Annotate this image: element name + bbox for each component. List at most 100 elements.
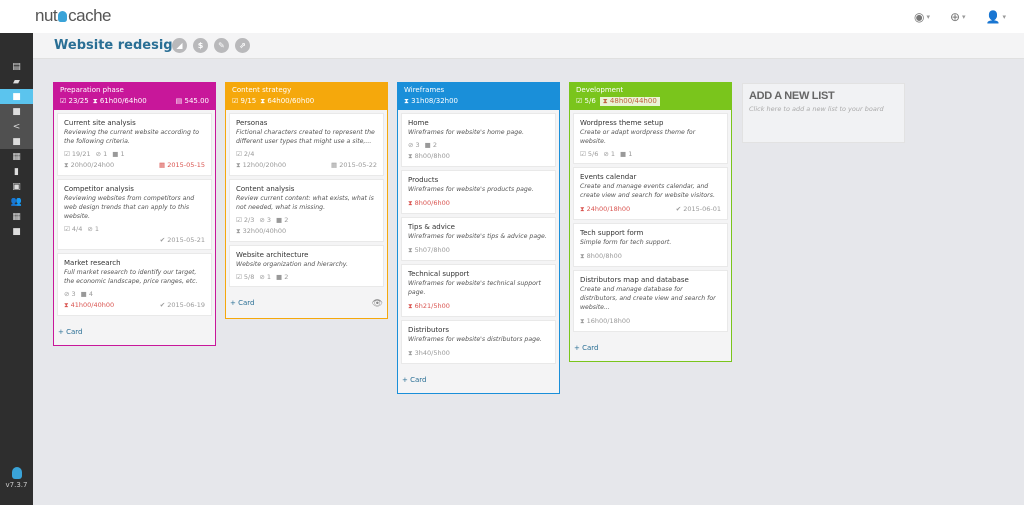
- card[interactable]: Technical support Wireframes for website'…: [401, 264, 556, 317]
- card[interactable]: Distributors map and database Create and …: [573, 270, 728, 332]
- list-stats: ☑ 9/15 ⧗ 64h00/60h00: [232, 97, 381, 106]
- sidebar-item-dashboard[interactable]: ▤: [0, 59, 33, 74]
- card[interactable]: Competitor analysis Reviewing websites fr…: [57, 179, 212, 250]
- card[interactable]: Content analysis Review current content: …: [229, 179, 384, 242]
- support-icon: ⊕: [949, 10, 961, 24]
- add-card-button[interactable]: + Card: [574, 344, 598, 352]
- card-meta-item: ⊘ 1: [603, 150, 616, 158]
- page-title: Website redesign: [54, 38, 182, 53]
- card-time: ⧗ 24h00/18h00: [580, 205, 631, 213]
- card-meta-item: ☑ 19/21: [64, 150, 91, 158]
- list-header[interactable]: Development ☑ 5/6 ⧗ 48h00/44h00: [570, 83, 731, 110]
- card-footer: ⧗ 8h00/8h00: [580, 252, 721, 261]
- card-footer: ⧗ 8h00/8h00: [408, 152, 549, 161]
- add-card-button[interactable]: + Card: [402, 376, 426, 384]
- edit-icon[interactable]: ✎: [214, 38, 229, 53]
- card[interactable]: Market research Full market research to i…: [57, 253, 212, 316]
- list-budget: ▤ 545.00: [175, 97, 209, 105]
- nutcache-logo[interactable]: nut cache: [35, 6, 112, 26]
- card-title: Competitor analysis: [64, 185, 134, 193]
- chart-icon[interactable]: ◢: [172, 38, 187, 53]
- sidebar-item-sub-item-2[interactable]: ■: [0, 134, 33, 149]
- card[interactable]: Events calendar Create and manage events …: [573, 167, 728, 220]
- card[interactable]: Tips & advice Wireframes for website's ti…: [401, 217, 556, 261]
- card-description: Simple form for tech support.: [580, 239, 672, 246]
- card-meta-item: ⊘ 1: [87, 225, 100, 233]
- share-icon[interactable]: ⇗: [235, 38, 250, 53]
- card[interactable]: Distributors Wireframes for website's dis…: [401, 320, 556, 364]
- sidebar-item-calculator[interactable]: ▣: [0, 179, 33, 194]
- sidebar-item-board[interactable]: ■: [0, 89, 33, 104]
- sidebar-item-grid[interactable]: ▦: [0, 209, 33, 224]
- list-tasks: ☑ 9/15: [232, 97, 257, 105]
- sidebar-item-documents[interactable]: ▮: [0, 164, 33, 179]
- sidebar-item-share[interactable]: <: [0, 119, 33, 134]
- card-title: Events calendar: [580, 173, 637, 181]
- card[interactable]: Wordpress theme setup Create or adapt wor…: [573, 113, 728, 164]
- sidebar-item-projects[interactable]: ▰: [0, 74, 33, 89]
- card-description: Website organization and hierarchy.: [236, 261, 348, 268]
- card-footer: ⧗ 12h00/20h00 ▦ 2015-05-22: [236, 161, 377, 170]
- card[interactable]: Tech support form Simple form for tech su…: [573, 223, 728, 267]
- grid-icon: ▦: [12, 211, 21, 222]
- support-menu[interactable]: ⊕ ▾: [950, 10, 966, 24]
- notes-icon: ■: [12, 226, 21, 237]
- list-column: Development ☑ 5/6 ⧗ 48h00/44h00 Wordpress t…: [569, 82, 732, 362]
- list-tasks: ☑ 5/6: [576, 97, 596, 105]
- list-header[interactable]: Content strategy ☑ 9/15 ⧗ 64h00/60h00: [226, 83, 387, 110]
- card-meta-item: ☑ 4/4: [64, 225, 83, 233]
- mascot-icon: [11, 467, 22, 479]
- dollar-icon[interactable]: $: [193, 38, 208, 53]
- card-meta: ⊘ 3 ■ 4: [64, 290, 205, 298]
- list-title: Development: [576, 86, 624, 94]
- card-meta-item: ■ 2: [276, 216, 289, 224]
- card-due-date: ✔ 2015-06-19: [159, 301, 205, 309]
- list-stats: ⧗ 31h08/32h00: [404, 97, 553, 106]
- card-meta-item: ☑ 2/3: [236, 216, 255, 224]
- watch-icon[interactable]: 👁: [372, 299, 383, 309]
- card-meta-item: ⊘ 3: [259, 216, 272, 224]
- add-card-button[interactable]: + Card: [230, 299, 254, 309]
- card-footer: ⧗ 41h00/40h00 ✔ 2015-06-19: [64, 301, 205, 310]
- card[interactable]: Home Wireframes for website's home page. ⊘…: [401, 113, 556, 167]
- card[interactable]: Website architecture Website organization…: [229, 245, 384, 287]
- share-icon: <: [12, 121, 21, 132]
- add-card-row: + Card: [570, 335, 731, 361]
- card-list: Home Wireframes for website's home page. ⊘…: [398, 110, 559, 364]
- card-footer: ⧗ 16h00/18h00: [580, 317, 721, 326]
- sidebar-item-users[interactable]: 👥: [0, 194, 33, 209]
- list-tasks: ☑ 23/25: [60, 97, 89, 105]
- list-column: Wireframes ⧗ 31h08/32h00 Home Wireframes fo…: [397, 82, 560, 394]
- card-title: Market research: [64, 259, 121, 267]
- add-card-button[interactable]: + Card: [58, 328, 82, 336]
- card-description: Wireframes for website's distributors pa…: [408, 336, 542, 343]
- sidebar: ▤ ▰ ■ ■ < ■ ▦ ▮ ▣ 👥 ▦ ■ v7.3.7: [0, 33, 33, 505]
- card[interactable]: Products Wireframes for website's product…: [401, 170, 556, 214]
- card-meta: ☑ 5/6 ⊘ 1 ■ 1: [580, 150, 721, 158]
- sidebar-items: ▤ ▰ ■ ■ < ■ ▦ ▮ ▣ 👥 ▦ ■: [0, 59, 33, 239]
- card[interactable]: Personas Fictional characters created to …: [229, 113, 384, 176]
- card-title: Content analysis: [236, 185, 295, 193]
- add-new-list[interactable]: ADD A NEW LIST Click here to add a new l…: [742, 83, 905, 143]
- list-title: Wireframes: [404, 86, 445, 94]
- sidebar-item-notes[interactable]: ■: [0, 224, 33, 239]
- list-header[interactable]: Preparation phase ☑ 23/25 ⧗ 61h00/64h00 ▤ 5…: [54, 83, 215, 110]
- sidebar-item-calendar[interactable]: ▦: [0, 149, 33, 164]
- card-meta: ☑ 2/3 ⊘ 3 ■ 2: [236, 216, 377, 224]
- card-footer: ⧗ 3h40/5h00: [408, 349, 549, 358]
- card-description: Reviewing websites from competitors and …: [64, 195, 195, 220]
- card-description: Wireframes for website's home page.: [408, 129, 524, 136]
- add-card-row: + Card: [398, 367, 559, 393]
- user-menu[interactable]: 👤 ▾: [986, 10, 1006, 24]
- list-header[interactable]: Wireframes ⧗ 31h08/32h00: [398, 83, 559, 110]
- globe-menu[interactable]: ◉ ▾: [914, 10, 930, 24]
- chevron-down-icon: ▾: [1002, 13, 1006, 21]
- header-actions: ◢ $ ✎ ⇗: [172, 38, 250, 53]
- card-description: Fictional characters created to represen…: [236, 129, 375, 145]
- list-time: ⧗ 31h08/32h00: [404, 97, 458, 105]
- card[interactable]: Current site analysis Reviewing the curre…: [57, 113, 212, 176]
- card-description: Create or adapt wordpress theme for webs…: [580, 129, 696, 145]
- logo-mascot-icon: [58, 11, 68, 22]
- sidebar-item-sub-item-1[interactable]: ■: [0, 104, 33, 119]
